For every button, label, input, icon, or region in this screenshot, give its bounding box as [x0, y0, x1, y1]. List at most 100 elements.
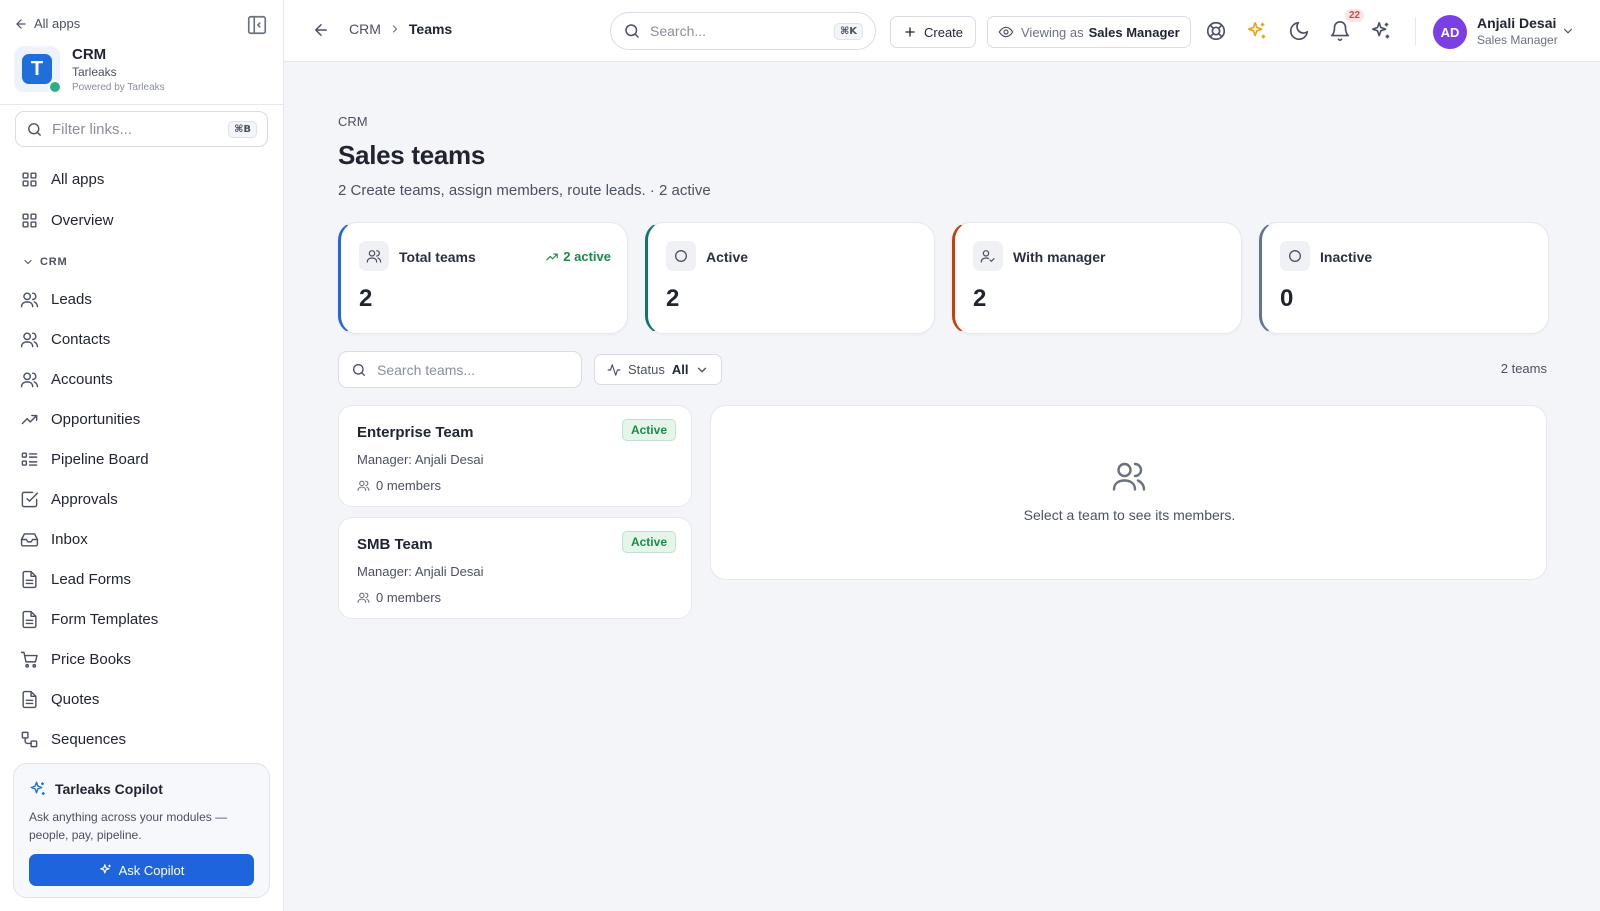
team-name: Enterprise Team	[357, 424, 474, 441]
team-manager: Manager: Anjali Desai	[357, 452, 484, 467]
help-icon[interactable]	[1205, 20, 1227, 42]
sidebar-item-accounts[interactable]: Accounts	[20, 365, 113, 393]
sidebar-item-sequences[interactable]: Sequences	[20, 725, 126, 753]
status-badge: Active	[621, 419, 676, 441]
sparkle-icon[interactable]	[1246, 20, 1268, 42]
sidebar-item-price-books[interactable]: Price Books	[20, 645, 131, 673]
arrow-left-icon	[14, 17, 28, 31]
brand-powered: Powered by Tarleaks	[72, 82, 165, 93]
topbar: CRM Teams ⌘K Create Viewing as Sales Man…	[284, 0, 1600, 62]
stat-value: 0	[1280, 285, 1294, 312]
user-menu[interactable]: Anjali Desai Sales Manager	[1477, 15, 1558, 48]
brand-status-dot	[48, 80, 62, 94]
stat-value: 2	[359, 285, 373, 312]
brand-logo: T	[14, 46, 62, 94]
sidebar-item-label: Inbox	[51, 530, 88, 548]
sidebar-item-quotes[interactable]: Quotes	[20, 685, 99, 713]
brand-block: T CRM Tarleaks Powered by Tarleaks	[14, 46, 165, 96]
user-check-icon	[980, 248, 996, 264]
team-members-count: 0 members	[376, 590, 442, 605]
sidebar-item-label: Sequences	[51, 730, 127, 748]
trending-up-icon	[20, 410, 39, 429]
sidebar-item-lead-forms[interactable]: Lead Forms	[20, 565, 131, 593]
stat-trend-label: 2 active	[563, 249, 611, 264]
sidebar-item-label: All apps	[51, 170, 105, 188]
sidebar-item-all-apps[interactable]: All apps	[20, 165, 104, 193]
ask-copilot-button[interactable]: Ask Copilot	[29, 854, 254, 886]
sidebar-item-leads[interactable]: Leads	[20, 285, 92, 313]
chevron-down-icon[interactable]	[1561, 24, 1575, 38]
sidebar-section-crm[interactable]: CRM	[22, 256, 67, 268]
filter-links-input[interactable]	[52, 120, 222, 138]
sidebar-item-overview[interactable]: Overview	[20, 206, 114, 234]
sidebar-item-opportunities[interactable]: Opportunities	[20, 405, 140, 433]
global-search-input[interactable]	[650, 23, 820, 39]
user-name: Anjali Desai	[1477, 15, 1557, 31]
circle-icon	[1287, 248, 1303, 264]
users-icon	[366, 248, 382, 264]
sidebar-item-label: Accounts	[51, 370, 113, 388]
stat-label: Total teams	[399, 249, 476, 265]
sidebar-item-label: Price Books	[51, 650, 132, 668]
sidebar: All apps T CRM Tarleaks Powered by Tarle…	[0, 0, 284, 911]
users-icon	[357, 591, 370, 604]
moon-icon[interactable]	[1288, 20, 1310, 42]
page-title: Sales teams	[338, 140, 486, 170]
sparkles-icon	[99, 863, 113, 877]
users-icon	[357, 479, 370, 492]
team-members: 0 members	[357, 590, 441, 605]
chevron-down-icon	[22, 256, 34, 268]
sidebar-item-contacts[interactable]: Contacts	[20, 325, 110, 353]
viewing-as-value: Sales Manager	[1088, 24, 1180, 40]
inbox-icon	[20, 530, 39, 549]
file-icon	[20, 570, 39, 589]
grid-icon	[20, 211, 39, 230]
ask-copilot-label: Ask Copilot	[118, 862, 185, 878]
sidebar-item-approvals[interactable]: Approvals	[20, 485, 118, 513]
copilot-title: Tarleaks Copilot	[55, 781, 163, 797]
team-search-input[interactable]	[377, 361, 557, 378]
ai-sparkles-icon[interactable]	[1370, 20, 1392, 42]
arrow-left-icon[interactable]	[312, 21, 330, 39]
chevron-down-icon	[695, 363, 709, 377]
global-search: ⌘K	[610, 12, 876, 50]
page-subtitle: 2 Create teams, assign members, route le…	[338, 182, 711, 199]
team-search-field	[338, 351, 582, 388]
stat-card-active: Active 2	[645, 222, 935, 334]
search-icon	[26, 121, 43, 138]
status-badge: Active	[621, 531, 676, 553]
filter-links-field: ⌘B	[15, 111, 268, 147]
search-icon	[351, 362, 367, 378]
check-square-icon	[20, 490, 39, 509]
breadcrumb-crm[interactable]: CRM	[349, 21, 381, 37]
sidebar-item-label: Lead Forms	[51, 570, 132, 588]
stat-card-with-manager: With manager 2	[952, 222, 1242, 334]
eye-icon	[998, 24, 1014, 40]
list-icon	[20, 450, 39, 469]
viewing-as-button[interactable]: Viewing as Sales Manager	[987, 16, 1191, 48]
avatar[interactable]: AD	[1433, 15, 1467, 49]
notification-count-badge: 22	[1345, 9, 1365, 22]
filter-shortcut: ⌘B	[228, 120, 257, 138]
status-filter-dropdown[interactable]: Status All	[594, 354, 723, 385]
users-icon	[1111, 458, 1147, 494]
team-members: 0 members	[357, 478, 441, 493]
sidebar-collapse-icon[interactable]	[246, 14, 268, 36]
sidebar-item-pipeline-board[interactable]: Pipeline Board	[20, 445, 149, 473]
sidebar-item-form-templates[interactable]: Form Templates	[20, 605, 158, 633]
user-role: Sales Manager	[1477, 33, 1558, 47]
brand-name: CRM	[72, 46, 107, 63]
all-apps-back-link[interactable]: All apps	[14, 16, 80, 31]
sidebar-item-label: Leads	[51, 290, 92, 308]
bell-icon[interactable]	[1329, 20, 1351, 42]
team-card-enterprise[interactable]: Enterprise Team Active Manager: Anjali D…	[338, 405, 692, 507]
plus-icon	[903, 25, 917, 39]
team-card-smb[interactable]: SMB Team Active Manager: Anjali Desai 0 …	[338, 517, 692, 619]
create-button[interactable]: Create	[890, 16, 977, 48]
stat-label: Inactive	[1320, 249, 1373, 265]
sidebar-item-inbox[interactable]: Inbox	[20, 525, 88, 553]
stat-card-inactive: Inactive 0	[1259, 222, 1549, 334]
cart-icon	[20, 650, 39, 669]
stat-value: 2	[973, 285, 987, 312]
users-icon	[20, 370, 39, 389]
